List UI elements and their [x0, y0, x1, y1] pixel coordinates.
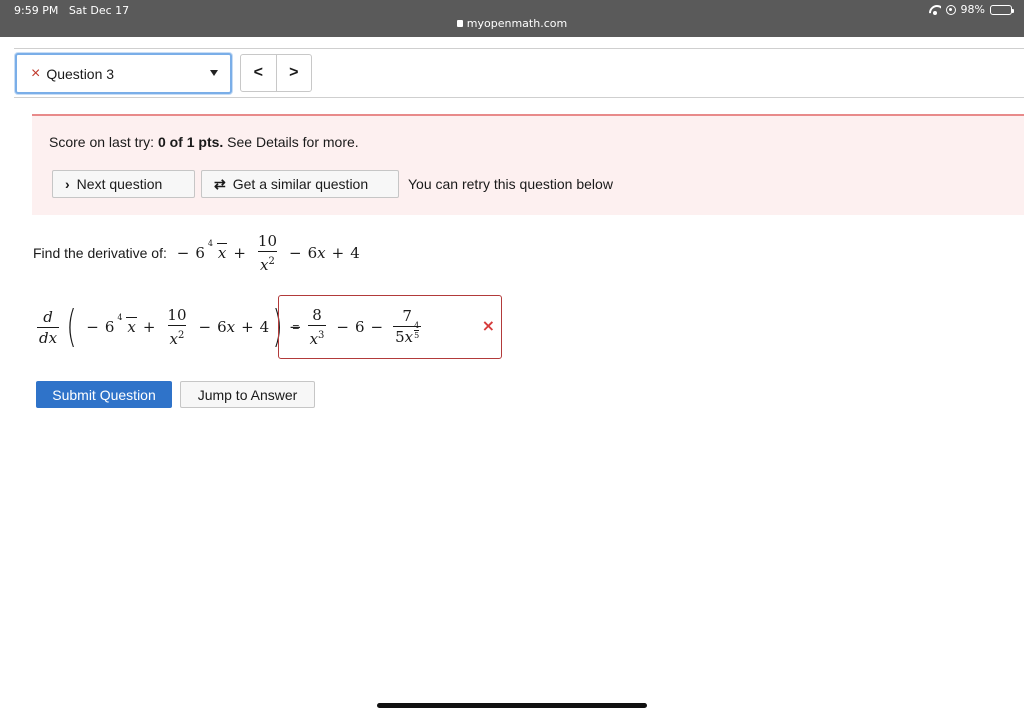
- score-panel: Score on last try: 0 of 1 pts. See Detai…: [32, 114, 1024, 215]
- answer-expression: − 8 x3 −6− 7 5x 4 5: [289, 306, 422, 348]
- submit-question-button[interactable]: Submit Question: [36, 381, 172, 408]
- prev-question-button[interactable]: <: [241, 55, 276, 91]
- next-question-button[interactable]: › Next question: [52, 170, 195, 198]
- question-pager: < >: [240, 54, 312, 92]
- wifi-icon: [929, 5, 941, 15]
- next-question-arrow-button[interactable]: >: [275, 55, 312, 91]
- nav-divider-top: [14, 48, 1024, 49]
- derivative-equation: d dx ( −6 4x + 10 x2 −6 x +4 ) =: [37, 301, 300, 352]
- caret-down-icon: [210, 70, 218, 76]
- status-icons: 98%: [929, 3, 1014, 16]
- time-text: 9:59 PM: [14, 4, 59, 17]
- home-indicator[interactable]: [377, 703, 647, 708]
- jump-to-answer-button[interactable]: Jump to Answer: [180, 381, 315, 408]
- status-time: 9:59 PM Sat Dec 17: [14, 4, 129, 17]
- url-text: myopenmath.com: [466, 17, 568, 30]
- lock-icon: [456, 20, 463, 27]
- answer-input[interactable]: − 8 x3 −6− 7 5x 4 5 ×: [278, 295, 502, 359]
- question-prompt: Find the derivative of: −6 4x + 10 x2 −6 x…: [33, 230, 360, 276]
- prompt-text: Find the derivative of:: [33, 245, 167, 261]
- retry-note: You can retry this question below: [408, 176, 613, 192]
- function-expression: −6 4x + 10 x2 −6 x +4: [176, 232, 360, 274]
- similar-question-button[interactable]: ⇄ Get a similar question: [201, 170, 399, 198]
- battery-icon: [990, 4, 1014, 15]
- address-bar[interactable]: myopenmath.com: [0, 17, 1024, 30]
- date-text: Sat Dec 17: [68, 4, 130, 17]
- retry-icon: ⇄: [214, 175, 226, 192]
- chevron-right-icon: ›: [65, 176, 70, 192]
- question-select-label: Question 3: [46, 65, 115, 82]
- orientation-lock-icon: [945, 4, 956, 15]
- nav-divider-bottom: [14, 97, 1024, 98]
- incorrect-answer-icon: ×: [481, 316, 495, 335]
- status-bar: 9:59 PM Sat Dec 17 myopenmath.com 98%: [0, 0, 1024, 37]
- incorrect-icon: ×: [31, 64, 41, 82]
- battery-percent: 98%: [960, 3, 985, 16]
- score-value: 0 of 1 pts.: [157, 134, 224, 150]
- question-select[interactable]: × Question 3: [15, 53, 232, 94]
- score-text: Score on last try: 0 of 1 pts. See Detai…: [49, 134, 359, 150]
- derivative-operator: d dx: [37, 307, 60, 347]
